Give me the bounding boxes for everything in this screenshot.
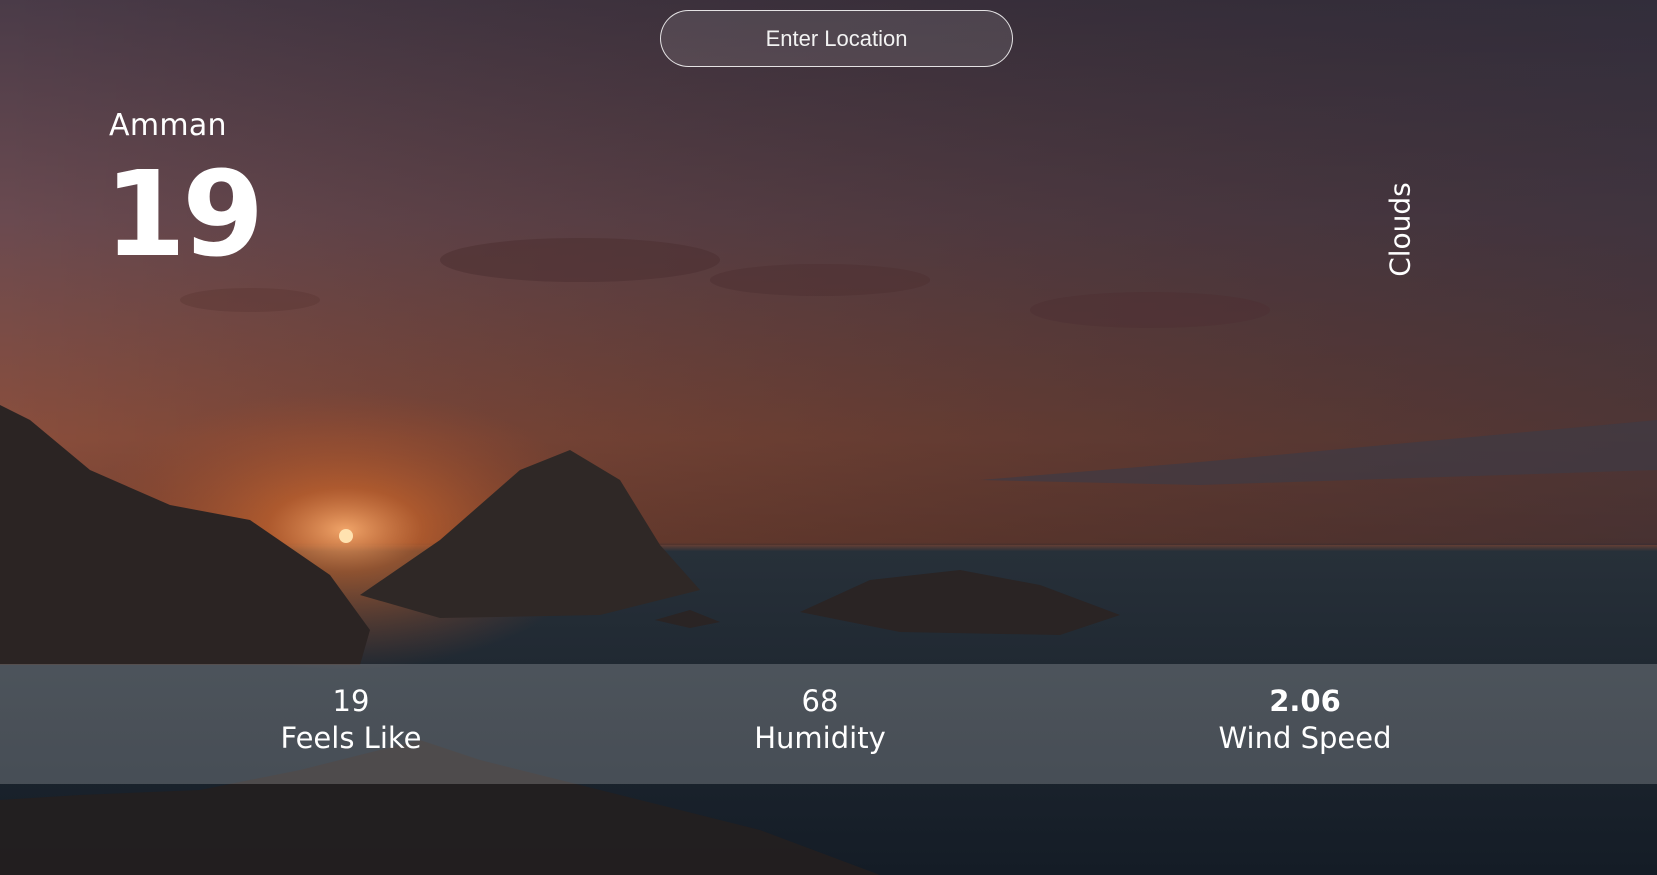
feels-like-stat: 19 Feels Like bbox=[231, 684, 471, 758]
weather-condition: Clouds bbox=[1383, 182, 1417, 277]
feels-like-label: Feels Like bbox=[280, 720, 422, 755]
humidity-stat: 68 Humidity bbox=[700, 684, 940, 758]
feels-like-value: 19 bbox=[332, 684, 370, 718]
location-search bbox=[660, 10, 1013, 67]
current-temperature: 19 bbox=[104, 145, 264, 283]
weather-app: Amman 19 Clouds 19 Feels Like 68 Humidit… bbox=[0, 0, 1657, 875]
wind-speed-value: 2.06 bbox=[1269, 684, 1341, 718]
wind-speed-stat: 2.06 Wind Speed bbox=[1185, 684, 1425, 758]
city-name: Amman bbox=[109, 108, 227, 143]
humidity-label: Humidity bbox=[754, 720, 886, 755]
location-search-input[interactable] bbox=[660, 10, 1013, 67]
humidity-value: 68 bbox=[801, 684, 839, 718]
wind-speed-label: Wind Speed bbox=[1218, 720, 1392, 755]
weather-stats-bar: 19 Feels Like 68 Humidity 2.06 Wind Spee… bbox=[0, 664, 1657, 784]
